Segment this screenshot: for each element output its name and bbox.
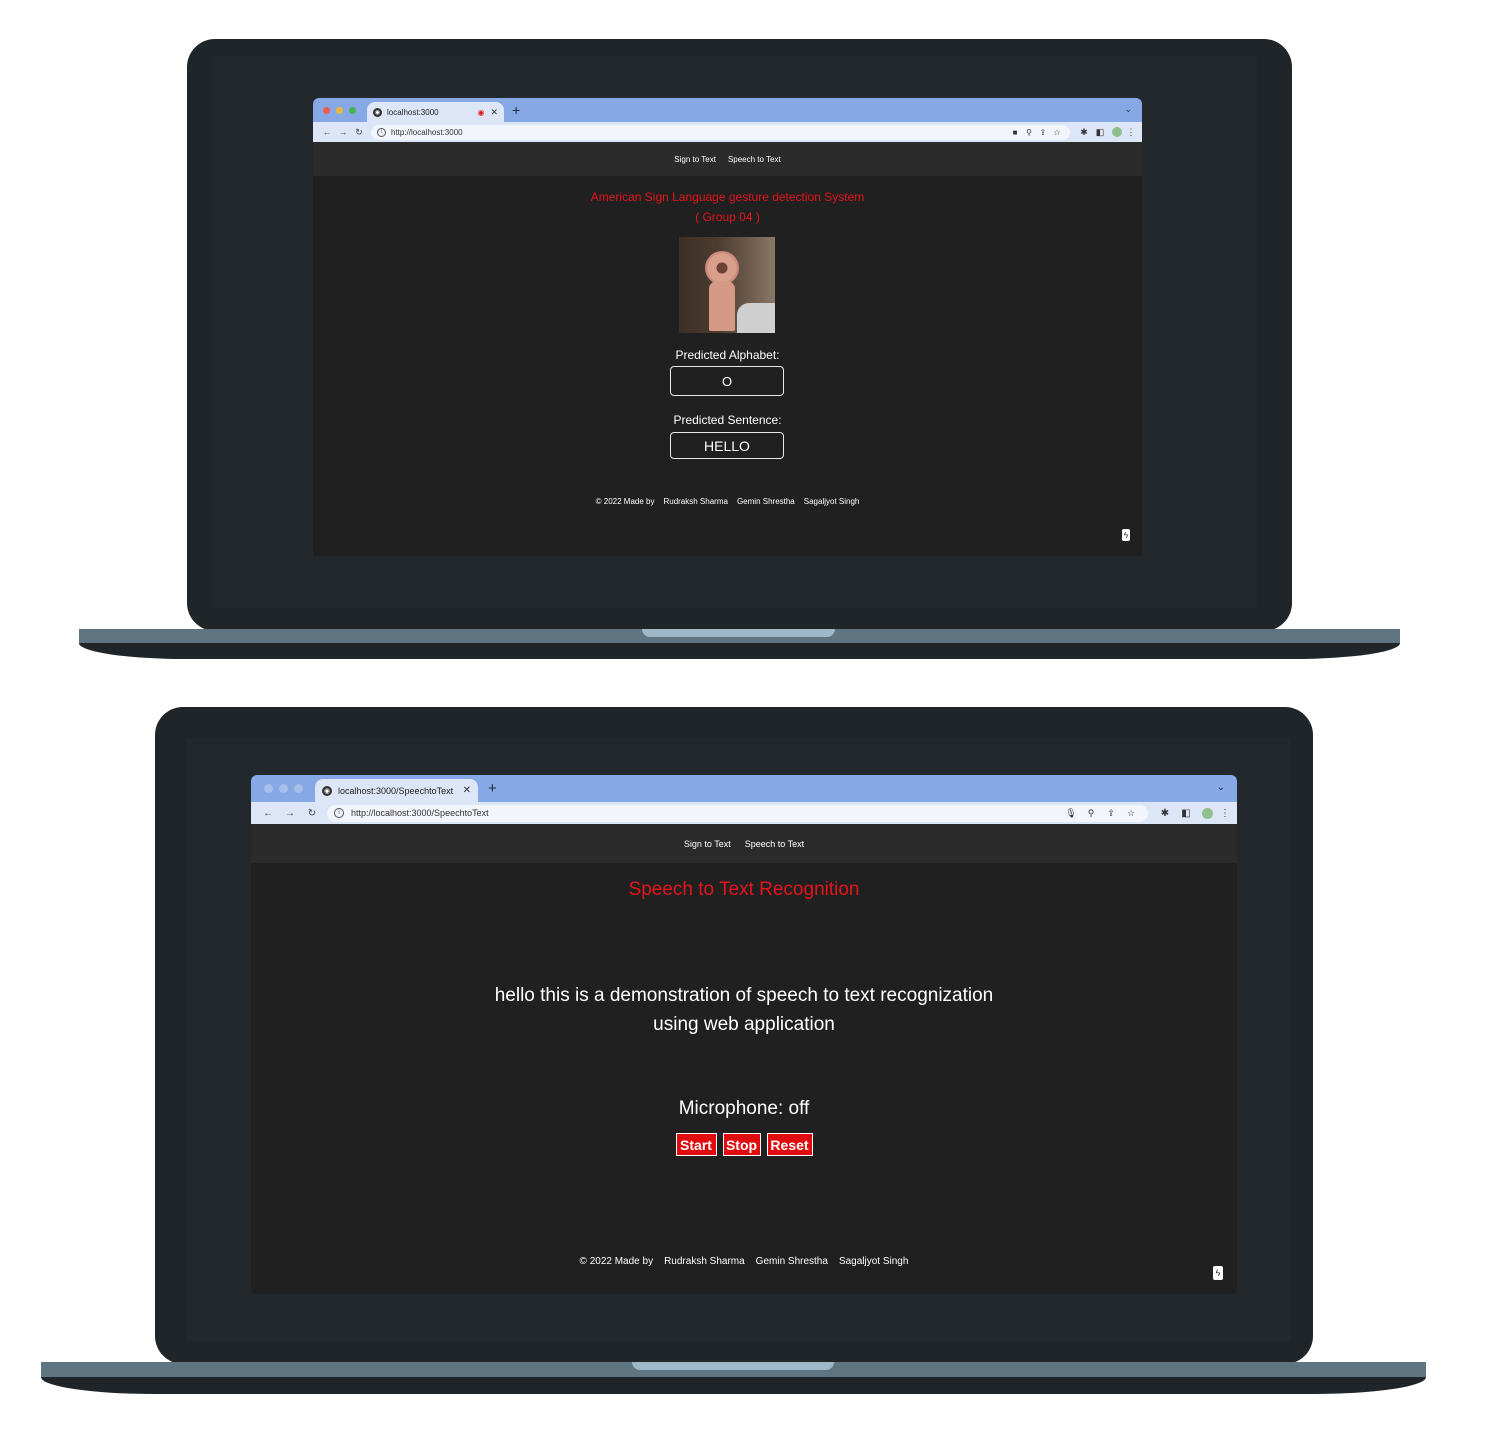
nav-link-speech-to-text[interactable]: Speech to Text [745, 839, 804, 849]
nav-link-sign-to-text[interactable]: Sign to Text [684, 839, 731, 849]
camera-icon[interactable]: ■ [1008, 128, 1022, 137]
new-tab-icon[interactable]: + [488, 780, 497, 797]
url-field[interactable]: i http://localhost:3000/SpeechtoText 🎙︎ … [327, 804, 1148, 822]
tab-close-icon[interactable]: ✕ [463, 785, 471, 796]
sleeve-image [737, 303, 775, 333]
bookmark-star-icon[interactable]: ☆ [1050, 128, 1064, 137]
predicted-alphabet-value: O [670, 366, 784, 396]
microphone-icon[interactable]: 🎙︎ [1061, 808, 1081, 819]
browser-tab[interactable]: ◉ localhost:3000 ◉ ✕ [367, 102, 504, 122]
globe-icon: ◉ [373, 107, 382, 117]
url-text: http://localhost:3000/SpeechtoText [351, 808, 489, 818]
menu-kebab-icon[interactable]: ⋮ [1126, 127, 1136, 138]
site-navbar: Sign to Text Speech to Text [313, 142, 1142, 176]
footer-credits: © 2022 Made by Rudraksh Sharma Gemin Shr… [313, 497, 1142, 506]
author-link[interactable]: Gemin Shrestha [737, 497, 795, 506]
tab-bar: ◉ localhost:3000 ◉ ✕ + ⌄ [313, 98, 1142, 122]
back-arrow-icon[interactable]: ← [319, 127, 335, 137]
share-icon[interactable]: ⇪ [1036, 128, 1050, 137]
browser-tab[interactable]: ◉ localhost:3000/SpeechtoText ✕ [315, 779, 478, 802]
chevron-down-icon[interactable]: ⌄ [1124, 104, 1132, 115]
url-text: http://localhost:3000 [391, 127, 463, 137]
browser-window: ◉ localhost:3000/SpeechtoText ✕ + ⌄ ← → … [251, 775, 1237, 1294]
hand-image [705, 251, 739, 285]
reset-button[interactable]: Reset [766, 1133, 813, 1156]
page-title: American Sign Language gesture detection… [590, 190, 865, 204]
page-content: American Sign Language gesture detection… [313, 176, 1142, 556]
maximize-window-dot[interactable] [294, 784, 303, 793]
forward-arrow-icon[interactable]: → [279, 808, 301, 819]
recording-icon: ◉ [477, 107, 485, 117]
start-button[interactable]: Start [675, 1133, 717, 1156]
minimize-window-dot[interactable] [279, 784, 288, 793]
author-link[interactable]: Rudraksh Sharma [664, 1256, 745, 1267]
bolt-icon[interactable]: ϟ [1213, 1266, 1223, 1280]
footer-credits: © 2022 Made by Rudraksh Sharma Gemin Shr… [251, 1256, 1237, 1267]
footer-copyright: © 2022 Made by [579, 1256, 654, 1267]
page-subtitle: ( Group 04 ) [695, 210, 760, 224]
maximize-window-dot[interactable] [349, 107, 356, 114]
bookmark-star-icon[interactable]: ☆ [1121, 808, 1141, 819]
close-window-dot[interactable] [264, 784, 273, 793]
page-title: Speech to Text Recognition [628, 879, 860, 900]
laptop-base-lower [41, 1377, 1426, 1394]
control-buttons: Start Stop Reset [251, 1133, 1237, 1156]
footer-copyright: © 2022 Made by [595, 497, 655, 506]
zoom-icon[interactable]: ⚲ [1081, 808, 1101, 819]
new-tab-icon[interactable]: + [512, 102, 520, 118]
author-link[interactable]: Sagaljyot Singh [839, 1256, 909, 1267]
laptop-notch [642, 629, 835, 637]
microphone-status: Microphone: off [678, 1098, 810, 1119]
site-navbar: Sign to Text Speech to Text [251, 824, 1237, 863]
predicted-alphabet-label: Predicted Alphabet: [675, 348, 780, 362]
address-bar-row: ← → ↻ i http://localhost:3000/SpeechtoTe… [251, 802, 1237, 824]
reload-icon[interactable]: ↻ [351, 127, 367, 138]
reload-icon[interactable]: ↻ [301, 808, 323, 819]
back-arrow-icon[interactable]: ← [257, 808, 279, 819]
side-panel-icon[interactable]: ◧ [1176, 808, 1196, 819]
laptop-base-lower [79, 643, 1400, 659]
profile-avatar[interactable] [1202, 807, 1213, 819]
page-content: Speech to Text Recognition hello this is… [251, 863, 1237, 1294]
extensions-puzzle-icon[interactable]: ✱ [1154, 808, 1176, 819]
browser-window: ◉ localhost:3000 ◉ ✕ + ⌄ ← → ↻ i http://… [313, 98, 1142, 556]
bolt-icon[interactable]: ϟ [1122, 529, 1130, 541]
minimize-window-dot[interactable] [336, 107, 343, 114]
nav-link-speech-to-text[interactable]: Speech to Text [728, 155, 781, 164]
menu-kebab-icon[interactable]: ⋮ [1219, 808, 1231, 819]
webcam-feed [679, 237, 775, 333]
stop-button[interactable]: Stop [722, 1133, 761, 1156]
transcript-text: hello this is a demonstration of speech … [251, 981, 1237, 1039]
tab-title: localhost:3000/SpeechtoText [338, 785, 454, 796]
chevron-down-icon[interactable]: ⌄ [1217, 782, 1225, 793]
predicted-sentence-value: HELLO [670, 432, 784, 459]
wrist-image [709, 281, 735, 331]
site-info-icon[interactable]: i [377, 127, 386, 137]
predicted-sentence-label: Predicted Sentence: [673, 413, 782, 427]
site-info-icon[interactable]: i [334, 808, 344, 818]
side-panel-icon[interactable]: ◧ [1092, 127, 1108, 138]
url-field[interactable]: i http://localhost:3000 ■ ⚲ ⇪ ☆ [371, 124, 1070, 140]
author-link[interactable]: Sagaljyot Singh [804, 497, 860, 506]
tab-bar: ◉ localhost:3000/SpeechtoText ✕ + ⌄ [251, 775, 1237, 802]
close-window-dot[interactable] [323, 107, 330, 114]
author-link[interactable]: Gemin Shrestha [756, 1256, 828, 1267]
laptop-notch [632, 1362, 834, 1370]
profile-avatar[interactable] [1112, 127, 1122, 137]
extensions-puzzle-icon[interactable]: ✱ [1076, 127, 1092, 138]
globe-icon: ◉ [322, 785, 332, 796]
address-bar-row: ← → ↻ i http://localhost:3000 ■ ⚲ ⇪ ☆ ✱ … [313, 122, 1142, 142]
transcript-line: using web application [653, 1014, 835, 1035]
zoom-icon[interactable]: ⚲ [1022, 128, 1036, 137]
nav-link-sign-to-text[interactable]: Sign to Text [674, 155, 716, 164]
tab-title: localhost:3000 [387, 107, 439, 117]
author-link[interactable]: Rudraksh Sharma [663, 497, 727, 506]
share-icon[interactable]: ⇪ [1101, 808, 1121, 819]
transcript-line: hello this is a demonstration of speech … [494, 985, 994, 1006]
tab-close-icon[interactable]: ✕ [490, 107, 498, 118]
forward-arrow-icon[interactable]: → [335, 127, 351, 137]
